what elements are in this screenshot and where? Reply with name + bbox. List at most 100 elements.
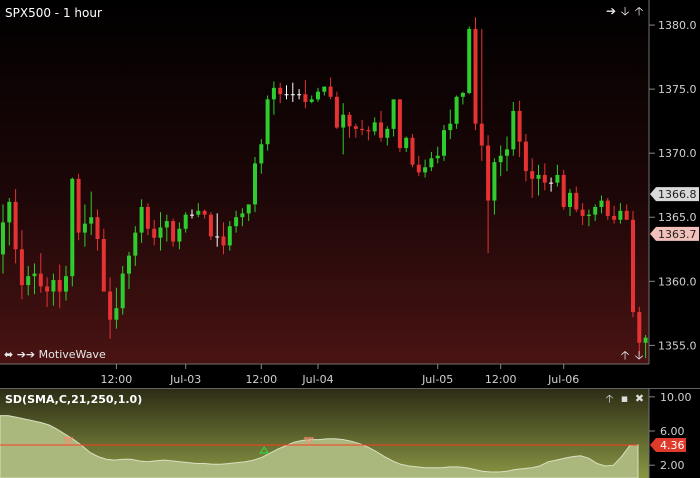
time-tick-label: Jul-06	[547, 373, 579, 386]
candle-body	[473, 28, 478, 124]
candle-body	[448, 123, 453, 131]
candle-body	[460, 92, 465, 97]
time-tick-label: 12:00	[101, 373, 133, 386]
candle-body	[391, 99, 396, 129]
arrow-up-icon[interactable]: 🡡	[633, 5, 645, 17]
candle-body	[542, 174, 547, 183]
price-tick-label: 1365.0	[658, 211, 697, 224]
candle-body	[271, 87, 276, 100]
candle-body	[114, 308, 119, 320]
candle-body	[1, 222, 5, 255]
candle	[265, 95, 270, 151]
candle-body	[89, 217, 94, 224]
candle-body	[95, 217, 100, 240]
candle-body	[637, 312, 642, 343]
window-icon[interactable]: ▪	[619, 393, 630, 404]
last-price-label-text: 1363.7	[658, 228, 697, 241]
candle-body	[523, 141, 528, 172]
candle-body	[265, 99, 270, 145]
candle-body	[240, 213, 245, 218]
candle-body	[530, 171, 535, 179]
price-plot-background	[0, 0, 649, 364]
last-price-label: 1363.7	[650, 226, 699, 241]
candle-body	[171, 221, 176, 242]
watermark: MotiveWave	[38, 348, 106, 361]
candle-body	[334, 96, 339, 128]
candle-body	[290, 94, 295, 96]
candle-body	[404, 137, 409, 149]
candle-body	[246, 204, 251, 214]
candle	[473, 17, 478, 131]
candle-body	[259, 144, 264, 164]
candle-body	[416, 164, 421, 173]
expand-icon[interactable]: ⬌	[4, 348, 13, 361]
arrow-up-icon[interactable]: 🡡	[604, 393, 615, 404]
candle	[631, 210, 635, 318]
indicator-tick-label: 6.00	[660, 425, 685, 438]
chart-title: SPX500 - 1 hour	[5, 6, 102, 20]
candle-body	[253, 163, 257, 205]
candle-body	[221, 236, 226, 246]
arrow-down-icon[interactable]: 🡣	[619, 5, 631, 17]
candle-body	[385, 128, 390, 138]
candle-body	[303, 94, 308, 102]
arrow-right-icon[interactable]: ➔	[605, 5, 617, 17]
candle-body	[227, 226, 232, 246]
candle-body	[278, 87, 283, 95]
candle-body	[397, 99, 402, 149]
candle-body	[549, 182, 554, 184]
candle-body	[492, 162, 497, 201]
scroll-nav: ⬌ ➔➔ MotiveWave	[4, 348, 106, 361]
time-tick-label: 12:00	[485, 373, 517, 386]
candle	[208, 212, 213, 241]
time-tick-label: Jul-05	[421, 373, 453, 386]
candle-body	[593, 206, 598, 215]
indicator-tick-label: 2.00	[660, 459, 685, 472]
candle-body	[19, 249, 24, 286]
price-panel[interactable]: 1380.0 1375.0 1370.0 1365.0 1360.0 1355.0 12:…	[0, 0, 700, 388]
candle-body	[26, 276, 31, 286]
candle-body	[57, 280, 62, 292]
chart-window: 1380.0 1375.0 1370.0 1365.0 1360.0 1355.0 12:…	[0, 0, 700, 478]
candle-body	[234, 217, 239, 227]
candle-body	[139, 206, 144, 233]
scroll-up-icon[interactable]: 🡡	[619, 349, 631, 361]
close-icon[interactable]: ✖	[634, 393, 645, 404]
candle	[410, 133, 415, 168]
candle-body	[612, 215, 617, 220]
indicator-tick-label: 10.00	[660, 391, 692, 404]
candle-body	[599, 200, 604, 207]
candle-body	[467, 28, 472, 93]
candle-body	[624, 210, 629, 220]
candle-body	[360, 128, 365, 131]
candle-body	[284, 94, 289, 96]
scroll-right-icon[interactable]: ➔➔	[17, 348, 35, 361]
candle-body	[353, 126, 358, 129]
candle-body	[196, 210, 201, 215]
candle-body	[297, 94, 302, 96]
indicator-value-label-text: 4.36	[660, 439, 685, 452]
candle-body	[82, 223, 87, 233]
candle-body	[605, 200, 610, 216]
candle-body	[479, 123, 484, 146]
candle-body	[631, 219, 635, 313]
candle-body	[322, 86, 327, 92]
scroll-down-icon[interactable]: 🡣	[633, 349, 645, 361]
candle-body	[328, 86, 333, 97]
candle-body	[454, 96, 459, 124]
candle-body	[511, 110, 516, 150]
candle-body	[517, 110, 522, 142]
candle-body	[152, 228, 157, 238]
candle-body	[586, 214, 591, 216]
candle-body	[379, 122, 383, 138]
candle-body	[108, 291, 113, 320]
candle-body	[618, 210, 623, 220]
price-tick-label: 1375.0	[658, 83, 697, 96]
candle-body	[486, 145, 491, 201]
candle-body	[101, 239, 106, 292]
candle-body	[347, 114, 352, 127]
indicator-title: SD(SMA,C,21,250,1.0)	[5, 393, 143, 406]
candle	[70, 177, 75, 287]
time-tick-label: Jul-03	[169, 373, 201, 386]
candle-body	[372, 122, 377, 132]
